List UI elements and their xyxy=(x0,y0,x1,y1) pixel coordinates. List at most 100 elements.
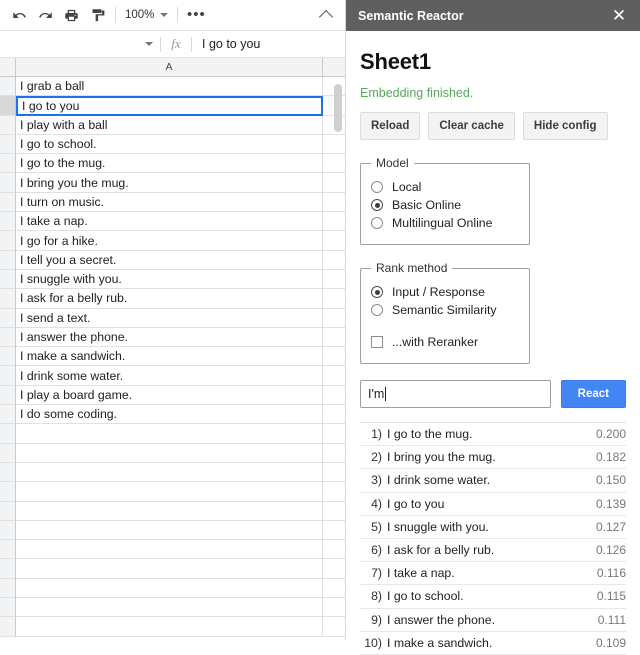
table-row[interactable]: I grab a ball xyxy=(0,77,345,97)
cell-a[interactable] xyxy=(16,617,323,637)
row-header[interactable] xyxy=(0,347,16,367)
cell-a[interactable] xyxy=(16,443,323,463)
cell-b[interactable] xyxy=(323,559,345,579)
table-row[interactable]: I drink some water. xyxy=(0,366,345,386)
table-row[interactable]: I make a sandwich. xyxy=(0,347,345,367)
cell-a[interactable] xyxy=(16,578,323,599)
result-row[interactable]: 6) I ask for a belly rub. 0.126 xyxy=(360,539,626,563)
row-header[interactable] xyxy=(0,96,16,116)
cell-a[interactable] xyxy=(16,462,323,483)
formula-input[interactable]: I go to you xyxy=(192,37,260,51)
cell-a[interactable] xyxy=(16,540,323,560)
paint-format-icon[interactable] xyxy=(84,3,110,27)
result-row[interactable]: 7) I take a nap. 0.116 xyxy=(360,562,626,586)
result-row[interactable]: 10) I make a sandwich. 0.109 xyxy=(360,632,626,655)
vertical-scrollbar[interactable] xyxy=(334,84,342,132)
rank-method-option[interactable]: Input / Response xyxy=(371,285,519,299)
cell-a[interactable] xyxy=(16,501,323,521)
table-row[interactable]: I turn on music. xyxy=(0,192,345,213)
cell-a[interactable]: I grab a ball xyxy=(16,77,323,97)
cell-a[interactable]: I bring you the mug. xyxy=(16,173,323,193)
cell-b[interactable] xyxy=(323,463,345,483)
row-header[interactable] xyxy=(0,520,16,541)
table-row[interactable] xyxy=(0,501,345,521)
table-row[interactable]: I snuggle with you. xyxy=(0,269,345,290)
table-row[interactable] xyxy=(0,578,345,599)
cell-b[interactable] xyxy=(323,579,345,599)
redo-icon[interactable] xyxy=(32,3,58,27)
row-header[interactable] xyxy=(0,212,16,232)
table-row[interactable]: I go to the mug. xyxy=(0,154,345,174)
row-header[interactable] xyxy=(0,250,16,270)
table-row[interactable] xyxy=(0,559,345,579)
cell-b[interactable] xyxy=(323,173,345,193)
cell-a[interactable]: I send a text. xyxy=(16,308,323,328)
cell-a[interactable]: I play with a ball xyxy=(16,115,323,135)
model-option[interactable]: Local xyxy=(371,180,519,194)
print-icon[interactable] xyxy=(58,3,84,27)
result-row[interactable]: 4) I go to you 0.139 xyxy=(360,493,626,516)
row-header[interactable] xyxy=(0,192,16,213)
row-header[interactable] xyxy=(0,134,16,155)
row-header[interactable] xyxy=(0,405,16,425)
reranker-checkbox-row[interactable]: ...with Reranker xyxy=(371,335,519,349)
row-header[interactable] xyxy=(0,424,16,444)
cell-a[interactable]: I snuggle with you. xyxy=(16,269,323,290)
model-radio[interactable] xyxy=(371,181,383,193)
table-row[interactable]: I do some coding. xyxy=(0,405,345,425)
cell-b[interactable] xyxy=(323,366,345,386)
row-header[interactable] xyxy=(0,77,16,97)
table-row[interactable] xyxy=(0,443,345,463)
cell-b[interactable] xyxy=(323,328,345,348)
row-header[interactable] xyxy=(0,231,16,251)
cell-b[interactable] xyxy=(323,444,345,463)
row-header[interactable] xyxy=(0,598,16,618)
cell-a[interactable]: I go to the mug. xyxy=(16,154,323,174)
table-row[interactable] xyxy=(0,598,345,618)
column-header-b[interactable] xyxy=(323,58,345,76)
cell-a[interactable]: I go to you xyxy=(16,96,323,116)
clear-cache-button[interactable]: Clear cache xyxy=(428,112,515,140)
table-row[interactable]: I go to school. xyxy=(0,134,345,155)
hide-config-button[interactable]: Hide config xyxy=(522,112,608,140)
row-header[interactable] xyxy=(0,617,16,637)
cell-b[interactable] xyxy=(323,386,345,406)
cell-b[interactable] xyxy=(323,212,345,232)
model-option[interactable]: Basic Online xyxy=(371,198,519,212)
cell-b[interactable] xyxy=(323,540,345,560)
cell-a[interactable]: I make a sandwich. xyxy=(16,347,323,367)
row-header[interactable] xyxy=(0,154,16,174)
cell-b[interactable] xyxy=(323,309,345,328)
model-radio[interactable] xyxy=(371,199,383,211)
cell-b[interactable] xyxy=(323,405,345,425)
table-row[interactable]: I go for a hike. xyxy=(0,231,345,251)
zoom-select[interactable]: 100% xyxy=(121,4,172,26)
result-row[interactable]: 1) I go to the mug. 0.200 xyxy=(360,423,626,447)
table-row[interactable]: I answer the phone. xyxy=(0,327,345,348)
cell-a[interactable]: I turn on music. xyxy=(16,192,323,213)
cell-b[interactable] xyxy=(323,231,345,251)
select-all-corner[interactable] xyxy=(0,58,16,76)
table-row[interactable]: I tell you a secret. xyxy=(0,250,345,270)
result-row[interactable]: 8) I go to school. 0.115 xyxy=(360,585,626,609)
cell-a[interactable]: I go to school. xyxy=(16,134,323,155)
cell-a[interactable]: I take a nap. xyxy=(16,212,323,232)
row-header[interactable] xyxy=(0,578,16,599)
react-button[interactable]: React xyxy=(560,380,626,408)
row-header[interactable] xyxy=(0,462,16,483)
close-icon[interactable]: ✕ xyxy=(610,7,628,24)
table-row[interactable]: I play with a ball xyxy=(0,115,345,135)
cell-a[interactable] xyxy=(16,559,323,579)
table-row[interactable]: I play a board game. xyxy=(0,385,345,406)
cell-b[interactable] xyxy=(323,135,345,155)
row-header[interactable] xyxy=(0,443,16,463)
cell-b[interactable] xyxy=(323,502,345,521)
cell-b[interactable] xyxy=(323,154,345,174)
model-radio[interactable] xyxy=(371,217,383,229)
cell-a[interactable] xyxy=(16,482,323,502)
query-input[interactable]: I'm xyxy=(360,380,551,408)
cell-b[interactable] xyxy=(323,251,345,270)
table-row[interactable]: I ask for a belly rub. xyxy=(0,289,345,309)
row-header[interactable] xyxy=(0,366,16,386)
cell-b[interactable] xyxy=(323,521,345,541)
